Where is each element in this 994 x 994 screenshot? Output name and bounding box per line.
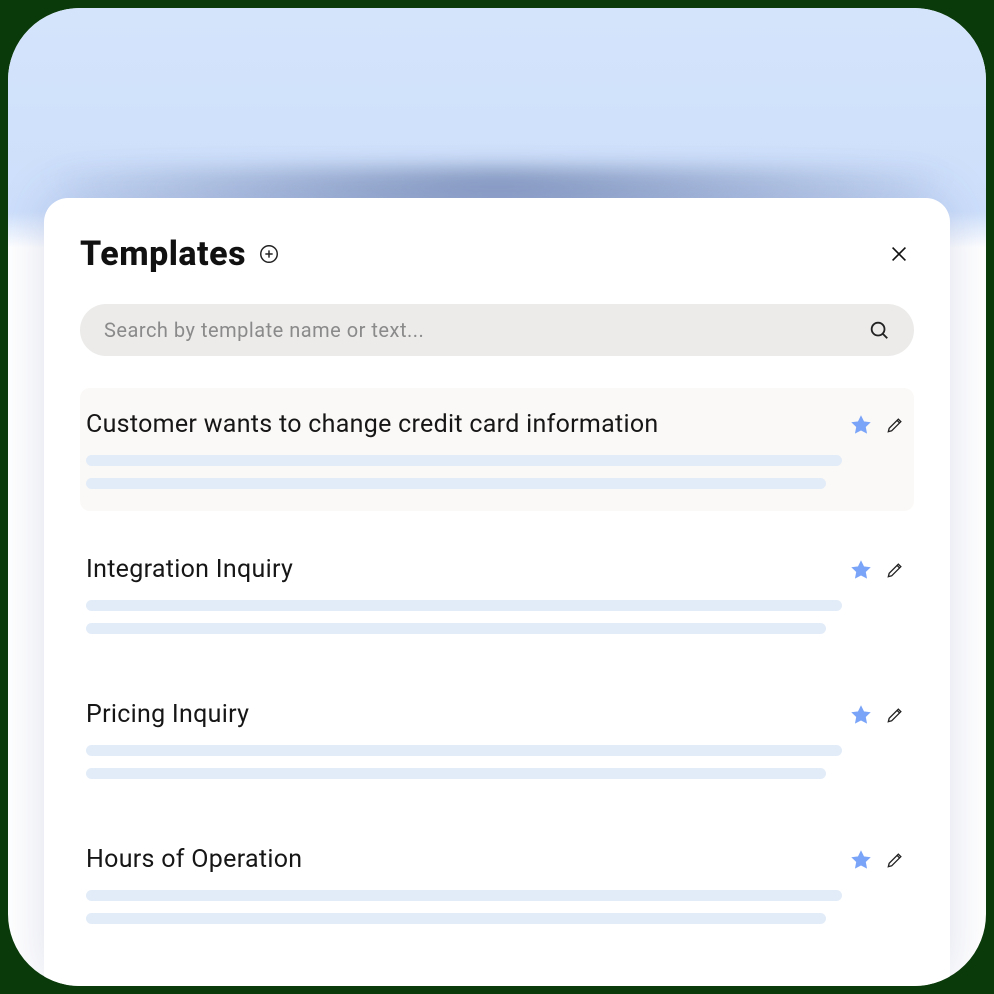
skeleton-line [86,768,826,779]
pencil-icon [885,560,905,580]
skeleton-line [86,623,826,634]
template-item[interactable]: Hours of Operation [80,823,914,946]
template-preview-skeleton [86,745,908,779]
template-actions [848,557,908,583]
template-item[interactable]: Integration Inquiry [80,533,914,656]
template-preview-skeleton [86,600,908,634]
search-bar[interactable] [80,304,914,356]
app-frame: Templates [0,0,994,994]
skeleton-line [86,745,842,756]
search-input[interactable] [104,318,868,342]
favorite-button[interactable] [848,557,874,583]
template-row: Pricing Inquiry [86,700,908,729]
skeleton-line [86,478,826,489]
panel-header: Templates [80,234,914,274]
favorite-button[interactable] [848,412,874,438]
search-icon [868,319,890,341]
template-actions [848,847,908,873]
template-row: Customer wants to change credit card inf… [86,410,908,439]
template-actions [848,412,908,438]
plus-circle-icon [258,243,280,265]
pencil-icon [885,415,905,435]
favorite-button[interactable] [848,847,874,873]
templates-list: Customer wants to change credit card inf… [80,388,914,968]
close-button[interactable] [884,239,914,269]
add-template-button[interactable] [256,241,282,267]
star-icon [850,704,872,726]
template-title: Customer wants to change credit card inf… [86,410,659,439]
favorite-button[interactable] [848,702,874,728]
template-title: Pricing Inquiry [86,700,249,729]
template-title: Integration Inquiry [86,555,293,584]
skeleton-line [86,913,826,924]
skeleton-line [86,455,842,466]
template-preview-skeleton [86,455,908,489]
star-icon [850,559,872,581]
skeleton-line [86,600,842,611]
star-icon [850,414,872,436]
pencil-icon [885,705,905,725]
edit-button[interactable] [882,702,908,728]
templates-panel: Templates [44,198,950,986]
template-row: Integration Inquiry [86,555,908,584]
template-row: Hours of Operation [86,845,908,874]
panel-title: Templates [80,234,246,274]
close-icon [888,243,910,265]
template-title: Hours of Operation [86,845,302,874]
panel-title-wrap: Templates [80,234,282,274]
edit-button[interactable] [882,557,908,583]
template-actions [848,702,908,728]
template-preview-skeleton [86,890,908,924]
template-item[interactable]: Customer wants to change credit card inf… [80,388,914,511]
edit-button[interactable] [882,412,908,438]
pencil-icon [885,850,905,870]
star-icon [850,849,872,871]
skeleton-line [86,890,842,901]
template-item[interactable]: Pricing Inquiry [80,678,914,801]
edit-button[interactable] [882,847,908,873]
